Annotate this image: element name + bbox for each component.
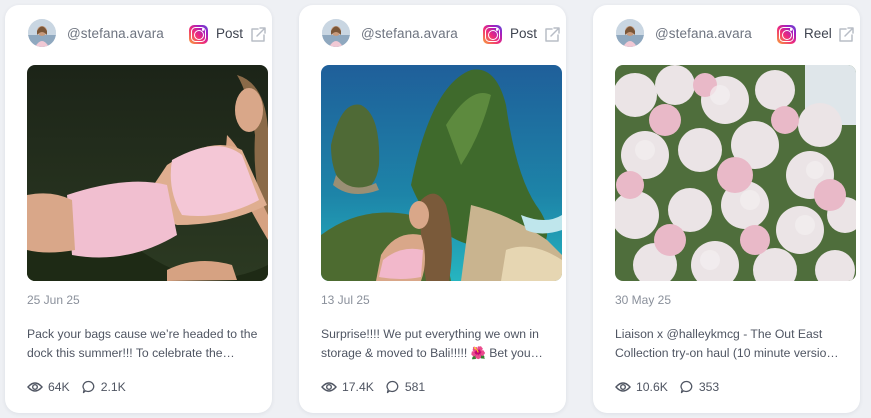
post-card[interactable]: @stefana.avara Reel 30 May 25 Liaison x …: [593, 5, 860, 413]
post-caption: Pack your bags cause we’re headed to the…: [27, 327, 258, 360]
post-image[interactable]: [321, 65, 562, 281]
views-stat: 10.6K: [615, 380, 668, 394]
account-handle[interactable]: @stefana.avara: [655, 26, 752, 41]
post-type-label: Reel: [804, 26, 832, 41]
avatar[interactable]: [322, 19, 350, 47]
comment-icon: [82, 380, 95, 394]
account-handle[interactable]: @stefana.avara: [67, 26, 164, 41]
views-stat: 17.4K: [321, 380, 374, 394]
avatar[interactable]: [28, 19, 56, 47]
comments-count: 353: [698, 380, 720, 394]
card-header: @stefana.avara Post: [299, 5, 566, 65]
eye-icon: [615, 382, 631, 392]
comments-stat: 581: [386, 380, 425, 394]
eye-icon: [27, 382, 43, 392]
account-handle[interactable]: @stefana.avara: [361, 26, 458, 41]
avatar[interactable]: [616, 19, 644, 47]
views-count: 64K: [48, 380, 70, 394]
instagram-icon: [777, 25, 796, 44]
views-stat: 64K: [27, 380, 70, 394]
post-card[interactable]: @stefana.avara Post: [5, 5, 272, 413]
comment-icon: [386, 380, 399, 394]
external-link-icon[interactable]: [837, 26, 855, 44]
post-stats: 17.4K 581: [321, 380, 437, 394]
card-header: @stefana.avara Reel: [593, 5, 860, 65]
post-date: 13 Jul 25: [321, 293, 370, 307]
post-image[interactable]: [27, 65, 268, 281]
post-caption: Surprise!!!! We put everything we own in…: [321, 327, 543, 360]
views-count: 17.4K: [342, 380, 374, 394]
post-stats: 64K 2.1K: [27, 380, 138, 394]
views-count: 10.6K: [636, 380, 668, 394]
post-date: 30 May 25: [615, 293, 672, 307]
external-link-icon[interactable]: [249, 26, 267, 44]
comment-icon: [680, 380, 693, 394]
post-image[interactable]: [615, 65, 856, 281]
comments-count: 581: [404, 380, 426, 394]
post-type-label: Post: [216, 26, 244, 41]
comments-stat: 2.1K: [82, 380, 126, 394]
eye-icon: [321, 382, 337, 392]
external-link-icon[interactable]: [543, 26, 561, 44]
post-stats: 10.6K 353: [615, 380, 731, 394]
comments-count: 2.1K: [100, 380, 126, 394]
post-caption: Liaison x @halleykmcg - The Out East Col…: [615, 327, 839, 360]
card-header: @stefana.avara Post: [5, 5, 272, 65]
instagram-icon: [483, 25, 502, 44]
post-type-label: Post: [510, 26, 538, 41]
post-date: 25 Jun 25: [27, 293, 80, 307]
instagram-icon: [189, 25, 208, 44]
post-card[interactable]: @stefana.avara Post: [299, 5, 566, 413]
comments-stat: 353: [680, 380, 719, 394]
